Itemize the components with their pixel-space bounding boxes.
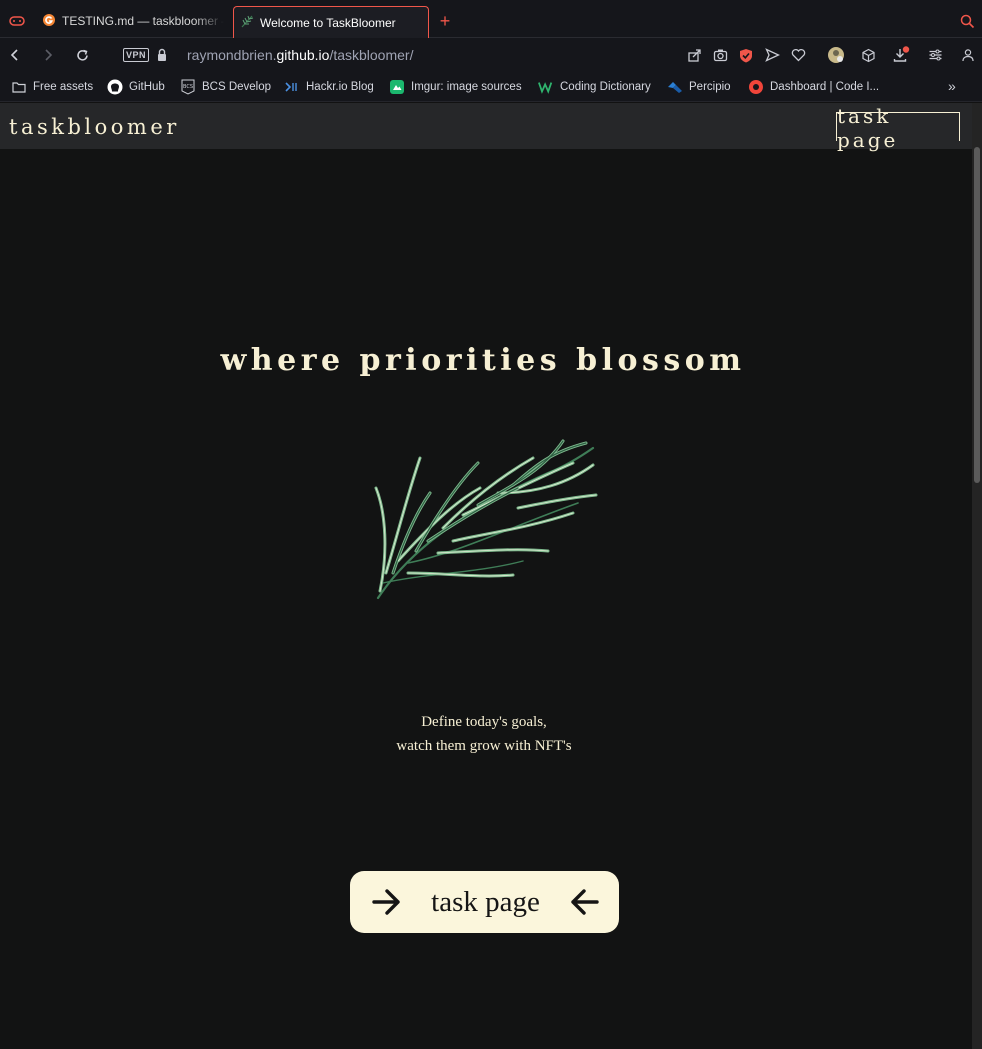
site-header: taskbloomer task page [0,103,972,152]
imgur-icon [389,79,405,95]
tagline: Define today's goals, watch them grow wi… [0,710,968,758]
profile-icon[interactable] [958,45,978,65]
new-tab-button[interactable]: + [434,6,456,36]
dashboard-icon [748,79,764,95]
share-icon[interactable] [684,45,704,65]
arrow-left-icon [569,889,599,915]
page-scrollbar[interactable] [972,103,982,1049]
arrow-right-icon [372,889,402,915]
bookmark-percipio[interactable]: Percipio [667,79,731,95]
bookmark-free-assets[interactable]: Free assets [11,79,93,95]
cube-icon[interactable] [858,45,878,65]
bookmark-github[interactable]: GitHub [107,79,165,95]
percipio-icon [667,79,683,95]
rosemary-sprig-illustration [374,439,598,600]
settings-sliders-icon[interactable] [925,45,945,65]
download-icon[interactable] [891,45,911,65]
svg-text:BCS: BCS [183,84,193,90]
task-page-cta-button[interactable]: task page [350,871,619,933]
sprig-favicon-icon [240,14,254,31]
bookmark-hackr-blog[interactable]: Hackr.io Blog [284,79,374,95]
back-arrow-icon[interactable] [5,45,25,65]
reload-icon[interactable] [72,45,92,65]
bookmark-dashboard[interactable]: Dashboard | Code I... [748,79,879,95]
tagline-line-2: watch them grow with NFT's [396,738,572,754]
gitkraken-icon [42,13,56,30]
hackr-icon [284,79,300,95]
hero-title: where priorities blossom [220,343,746,378]
gaming-icon[interactable] [4,6,30,36]
tab-testing-md[interactable]: TESTING.md — taskbloomer — [38,6,224,36]
extension-avatar-icon[interactable] [826,45,846,65]
tab-welcome-taskbloomer[interactable]: Welcome to TaskBloomer [233,6,429,38]
bookmark-coding-dictionary[interactable]: Coding Dictionary [538,79,651,95]
bookmark-bcs-develop[interactable]: BCS BCS Develop [180,79,271,95]
url-field[interactable]: raymondbrien.github.io/taskbloomer/ [187,47,413,63]
heart-icon[interactable] [788,45,808,65]
brand-logo-text[interactable]: taskbloomer [9,115,180,139]
bcs-icon: BCS [180,79,196,95]
scrollbar-thumb[interactable] [974,147,980,483]
folder-icon [11,79,27,95]
address-bar: VPN raymondbrien.github.io/taskbloomer/ [0,38,982,72]
w-icon [538,79,554,95]
bookmark-imgur[interactable]: Imgur: image sources [389,79,522,95]
cta-label: task page [431,885,540,918]
github-icon [107,79,123,95]
web-page: taskbloomer task page where priorities b… [0,103,972,1049]
send-icon[interactable] [762,45,782,65]
nav-task-page-link[interactable]: task page [836,104,960,152]
tab-title: Welcome to TaskBloomer [260,15,396,30]
search-icon[interactable] [955,6,979,36]
bookmarks-bar: Free assets GitHub BCS BCS Develop Hackr… [0,72,982,102]
vpn-badge[interactable]: VPN [123,48,150,62]
forward-arrow-icon[interactable] [38,45,58,65]
camera-icon[interactable] [710,45,730,65]
shield-icon[interactable] [736,45,756,65]
lock-icon[interactable] [152,45,172,65]
browser-tab-bar: TESTING.md — taskbloomer — Welcome to Ta… [0,0,982,38]
tagline-line-1: Define today's goals, [421,714,547,730]
chevron-more-icon[interactable]: » [948,78,956,94]
